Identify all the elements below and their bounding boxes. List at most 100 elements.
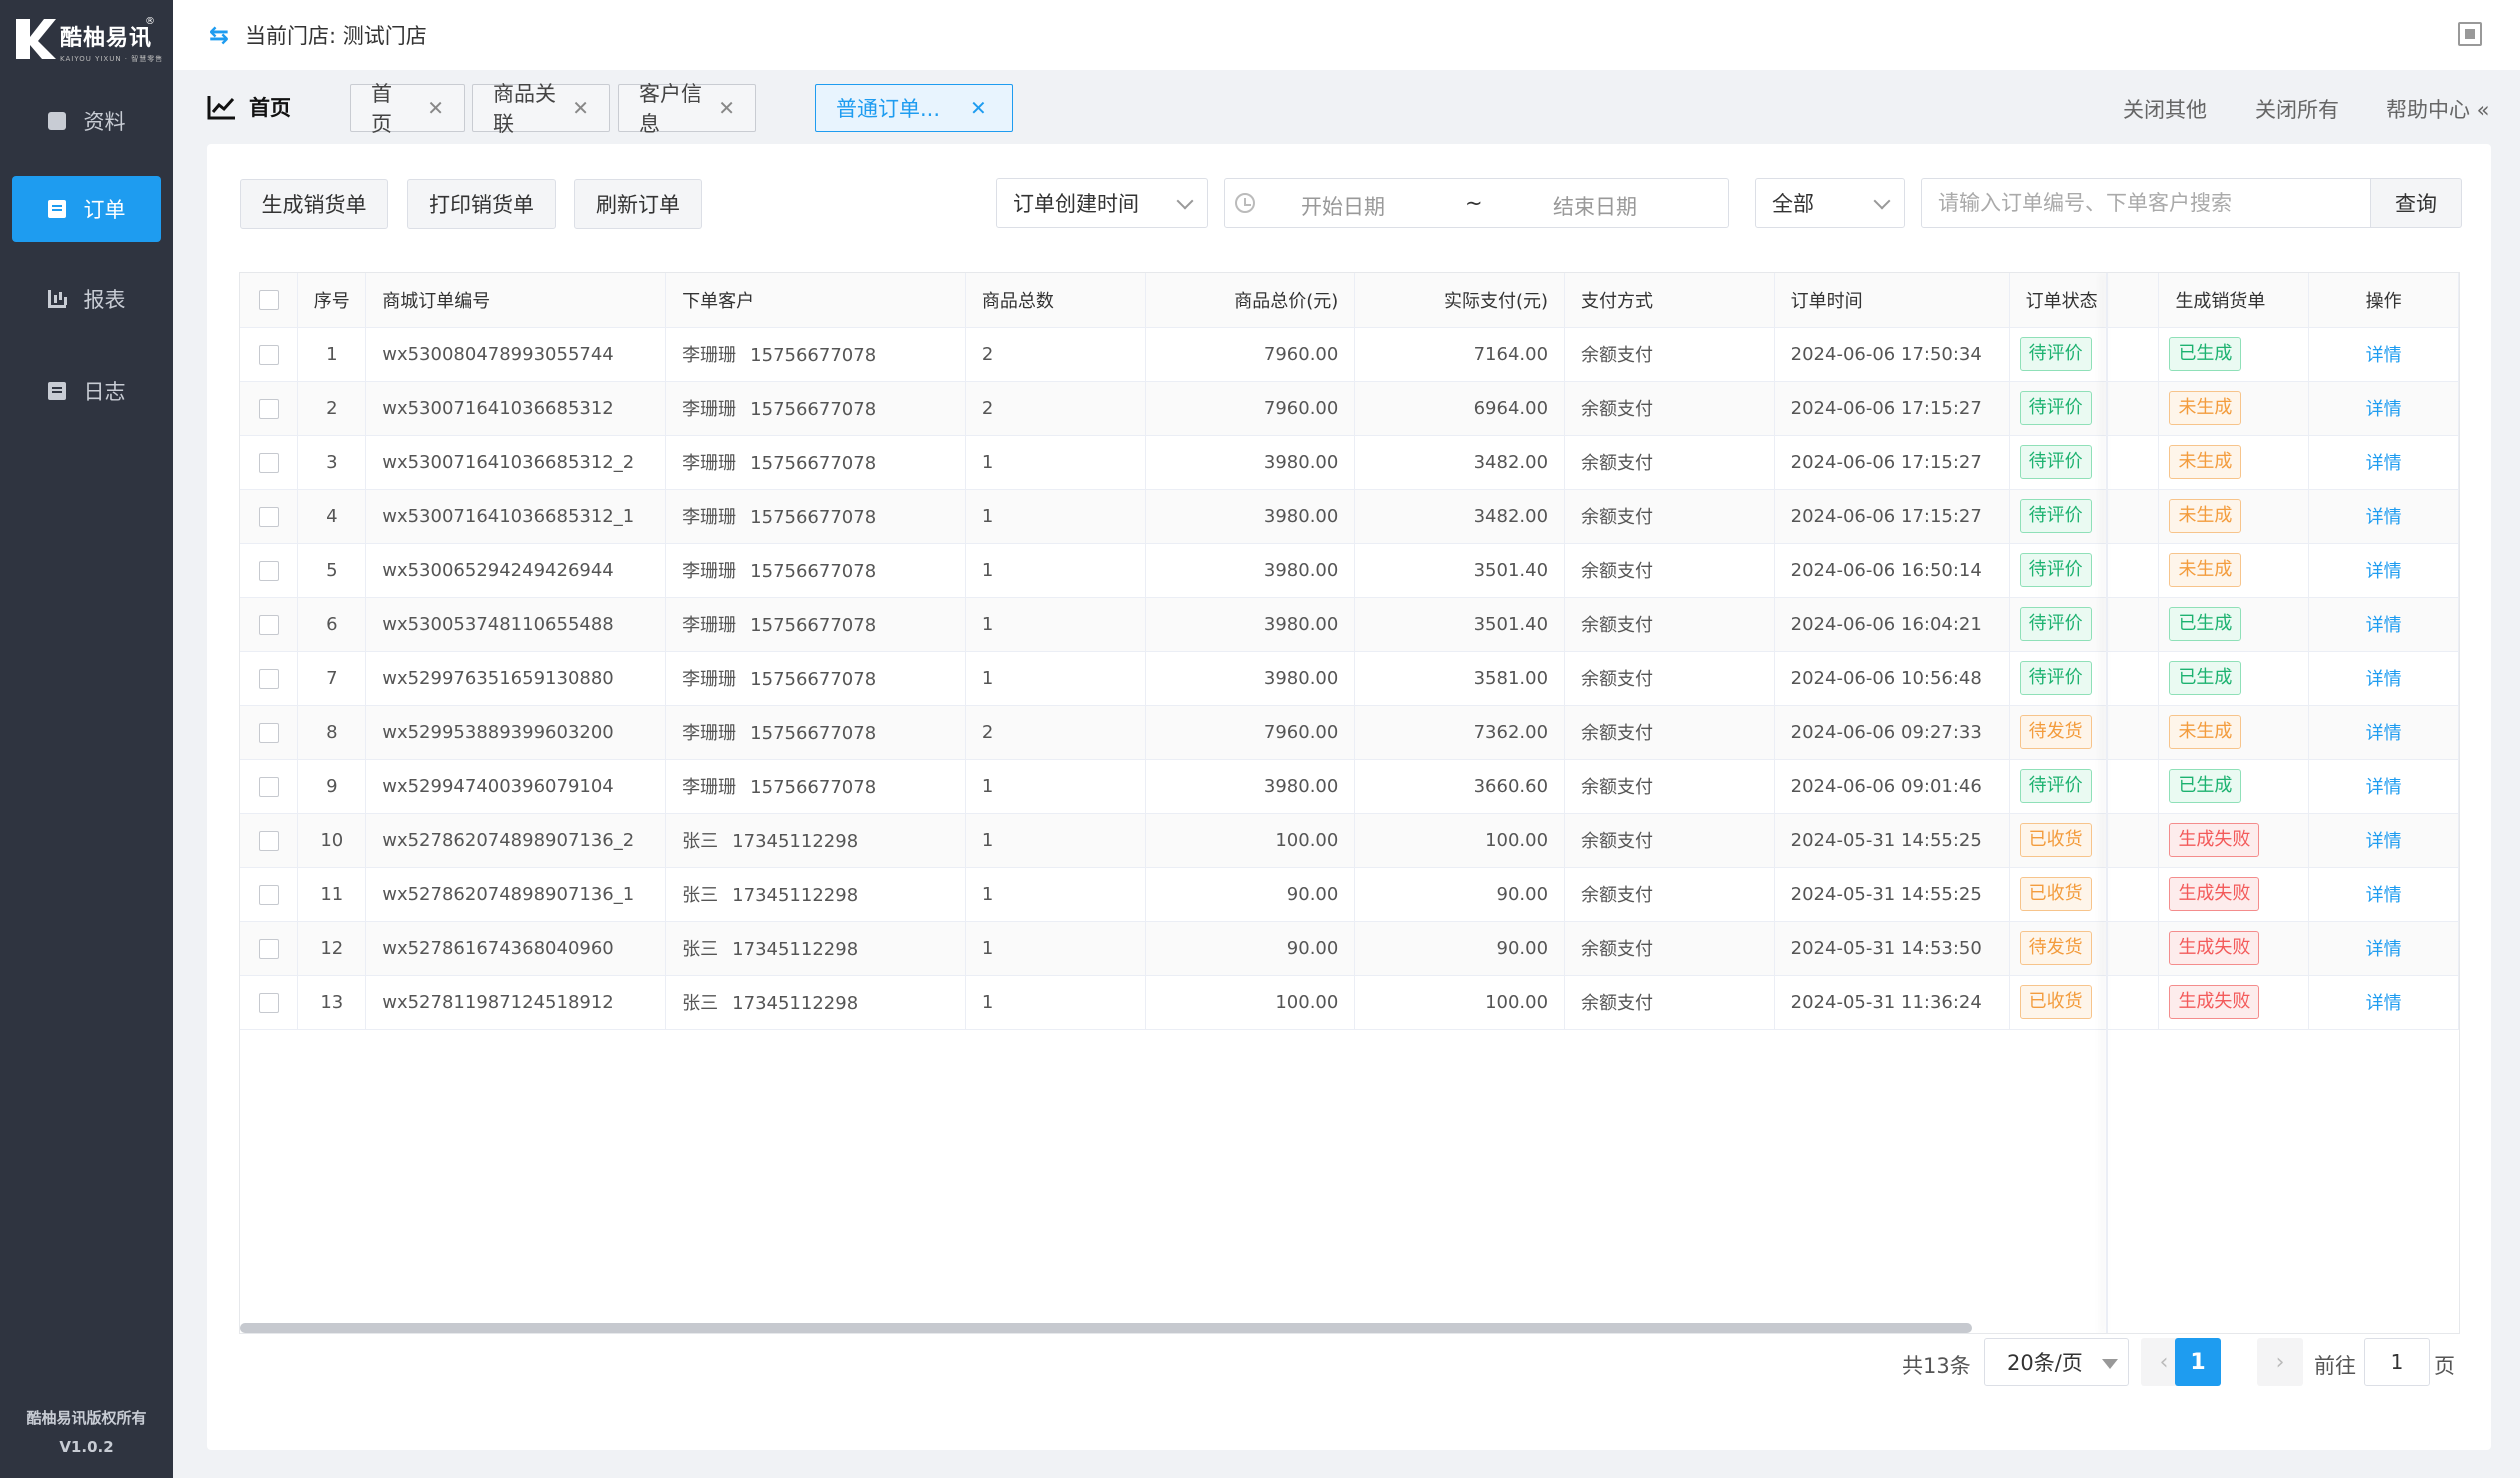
sales-note-status-badge: 生成失败 bbox=[2169, 985, 2260, 1019]
total-price: 3980.00 bbox=[1145, 759, 1356, 814]
customer-name: 李珊珊 bbox=[682, 399, 737, 420]
row-select-cell[interactable] bbox=[240, 759, 299, 814]
page-size-select[interactable]: 20条/页 bbox=[1984, 1338, 2129, 1386]
action-cell: 详情 bbox=[2308, 435, 2459, 490]
select-all-checkbox[interactable] bbox=[258, 290, 279, 311]
row-checkbox[interactable] bbox=[258, 668, 279, 689]
close-icon[interactable]: ✕ bbox=[970, 96, 987, 120]
detail-link[interactable]: 详情 bbox=[2366, 939, 2402, 960]
row-checkbox[interactable] bbox=[258, 884, 279, 905]
date-range-picker[interactable]: 开始日期 ~ 结束日期 bbox=[1224, 178, 1729, 228]
page-suffix: 页 bbox=[2434, 1354, 2455, 1378]
row-index: 5 bbox=[297, 543, 367, 598]
tab-normal-orders[interactable]: 普通订单... ✕ bbox=[815, 84, 1013, 132]
col-header-paid: 实际支付(元) bbox=[1354, 273, 1566, 328]
fullscreen-icon[interactable] bbox=[2458, 22, 2482, 46]
row-checkbox[interactable] bbox=[258, 992, 279, 1013]
page-number-current[interactable]: 1 bbox=[2175, 1338, 2221, 1386]
detail-link[interactable]: 详情 bbox=[2366, 669, 2402, 690]
query-button[interactable]: 查询 bbox=[2370, 178, 2462, 228]
switch-store-icon[interactable]: ⇆ bbox=[209, 21, 237, 49]
detail-link[interactable]: 详情 bbox=[2366, 777, 2402, 798]
action-cell: 详情 bbox=[2308, 543, 2459, 598]
row-checkbox[interactable] bbox=[258, 830, 279, 851]
row-select-cell[interactable] bbox=[240, 867, 299, 922]
status-filter-select[interactable]: 全部 bbox=[1755, 178, 1905, 228]
tab-product-link[interactable]: 商品关联 ✕ bbox=[472, 82, 610, 136]
row-checkbox[interactable] bbox=[258, 938, 279, 959]
close-icon[interactable]: ✕ bbox=[572, 96, 589, 120]
detail-link[interactable]: 详情 bbox=[2366, 885, 2402, 906]
select-all-cell[interactable] bbox=[240, 273, 299, 328]
row-checkbox[interactable] bbox=[258, 614, 279, 635]
sidebar-item-materials[interactable]: 资料 bbox=[12, 88, 161, 154]
detail-link[interactable]: 详情 bbox=[2366, 723, 2402, 744]
help-center-link[interactable]: 帮助中心 « bbox=[2386, 94, 2490, 124]
line-chart-icon bbox=[207, 94, 237, 120]
row-select-cell[interactable] bbox=[240, 543, 299, 598]
detail-link[interactable]: 详情 bbox=[2366, 831, 2402, 852]
row-checkbox[interactable] bbox=[258, 344, 279, 365]
row-checkbox[interactable] bbox=[258, 722, 279, 743]
row-select-cell[interactable] bbox=[240, 489, 299, 544]
order-time: 2024-06-06 09:01:46 bbox=[1774, 759, 2010, 814]
horizontal-scrollbar[interactable] bbox=[240, 1323, 1972, 1333]
home-breadcrumb[interactable]: 首页 bbox=[207, 92, 291, 122]
tab-home[interactable]: 首页 ✕ bbox=[350, 82, 465, 136]
row-checkbox[interactable] bbox=[258, 506, 279, 527]
paid-amount: 100.00 bbox=[1354, 975, 1566, 1030]
detail-link[interactable]: 详情 bbox=[2366, 399, 2402, 420]
goto-page-input[interactable] bbox=[2364, 1338, 2430, 1386]
row-checkbox[interactable] bbox=[258, 776, 279, 797]
row-select-cell[interactable] bbox=[240, 597, 299, 652]
order-status-badge: 已收货 bbox=[2019, 877, 2092, 911]
tab-label: 客户信息 bbox=[639, 82, 702, 136]
detail-link[interactable]: 详情 bbox=[2366, 561, 2402, 582]
customer-name: 李珊珊 bbox=[682, 345, 737, 366]
close-icon[interactable]: ✕ bbox=[718, 96, 735, 120]
generate-sales-note-button[interactable]: 生成销货单 bbox=[240, 179, 388, 229]
tab-customer-info[interactable]: 客户信息 ✕ bbox=[618, 82, 756, 136]
sidebar-item-orders[interactable]: 订单 bbox=[12, 176, 161, 242]
paid-amount: 3581.00 bbox=[1354, 651, 1566, 706]
row-select-cell[interactable] bbox=[240, 813, 299, 868]
search-input[interactable] bbox=[1921, 178, 2371, 228]
customer-cell: 张三 17345112298 bbox=[665, 867, 966, 922]
row-checkbox[interactable] bbox=[258, 452, 279, 473]
close-all-link[interactable]: 关闭所有 bbox=[2255, 94, 2339, 124]
row-select-cell[interactable] bbox=[240, 327, 299, 382]
row-checkbox[interactable] bbox=[258, 398, 279, 419]
detail-link[interactable]: 详情 bbox=[2366, 993, 2402, 1014]
close-others-link[interactable]: 关闭其他 bbox=[2123, 94, 2207, 124]
time-type-select[interactable]: 订单创建时间 bbox=[996, 178, 1208, 228]
refresh-orders-button[interactable]: 刷新订单 bbox=[574, 179, 702, 229]
row-select-cell[interactable] bbox=[240, 921, 299, 976]
print-sales-note-button[interactable]: 打印销货单 bbox=[407, 179, 556, 229]
row-checkbox[interactable] bbox=[258, 560, 279, 581]
detail-link[interactable]: 详情 bbox=[2366, 615, 2402, 636]
sidebar-item-reports[interactable]: 报表 bbox=[12, 266, 161, 332]
order-status-cell: 待评价 bbox=[2009, 489, 2160, 544]
current-store-label[interactable]: 当前门店: 测试门店 bbox=[245, 20, 427, 50]
next-page-button[interactable]: › bbox=[2257, 1338, 2303, 1386]
orders-table: 序号 商城订单编号 下单客户 商品总数 商品总价(元) 实际支付(元) 支付方式… bbox=[239, 272, 2460, 1334]
start-date-input[interactable]: 开始日期 bbox=[1301, 191, 1385, 221]
end-date-input[interactable]: 结束日期 bbox=[1553, 191, 1637, 221]
row-select-cell[interactable] bbox=[240, 381, 299, 436]
close-icon[interactable]: ✕ bbox=[427, 96, 444, 120]
row-select-cell[interactable] bbox=[240, 975, 299, 1030]
sales-note-cell: 已生成 bbox=[2158, 651, 2310, 706]
sales-note-status-badge: 已生成 bbox=[2169, 661, 2242, 695]
item-quantity: 1 bbox=[965, 813, 1146, 868]
sidebar-item-logs[interactable]: 日志 bbox=[12, 358, 161, 424]
chevron-right-icon: › bbox=[2275, 1349, 2285, 1375]
row-select-cell[interactable] bbox=[240, 651, 299, 706]
row-index: 10 bbox=[297, 813, 367, 868]
detail-link[interactable]: 详情 bbox=[2366, 345, 2402, 366]
detail-link[interactable]: 详情 bbox=[2366, 453, 2402, 474]
row-select-cell[interactable] bbox=[240, 705, 299, 760]
home-label: 首页 bbox=[249, 96, 291, 120]
detail-link[interactable]: 详情 bbox=[2366, 507, 2402, 528]
order-status-badge: 待评价 bbox=[2019, 499, 2092, 533]
row-select-cell[interactable] bbox=[240, 435, 299, 490]
